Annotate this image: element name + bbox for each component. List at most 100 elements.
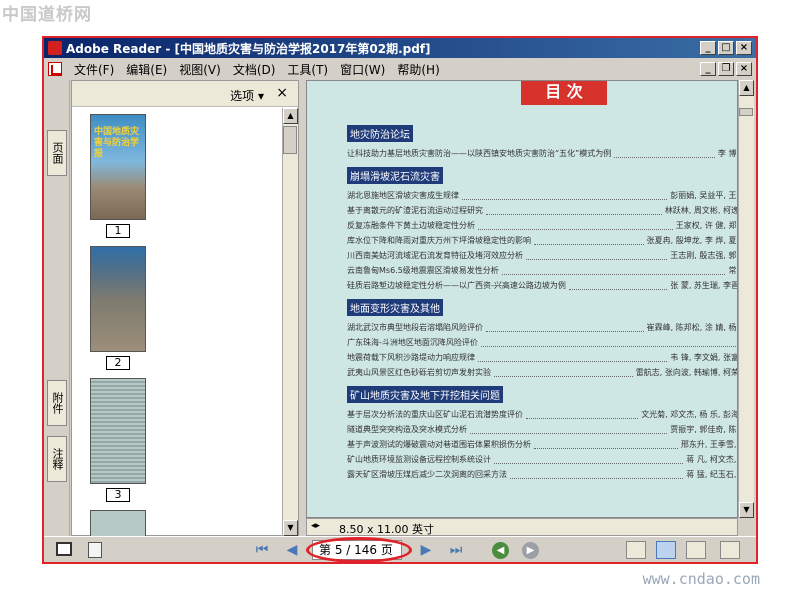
- page-number-label: 1: [106, 224, 130, 238]
- page-thumbnail-1[interactable]: 中国地质灾害与防治学报: [90, 114, 146, 220]
- entry-authors: 邢东升, 王季雪, 刘: [680, 440, 737, 449]
- panel-close-button[interactable]: ×: [276, 85, 288, 101]
- tab-comments[interactable]: 注释: [47, 436, 67, 482]
- scroll-down-arrow[interactable]: ▼: [739, 502, 754, 518]
- entry-title: 川西南美姑河流域泥石流发育特征及堵河效应分析: [347, 251, 523, 260]
- watermark-top: 中国道桥网: [2, 5, 92, 25]
- entry-title: 库水位下降和降雨对重庆万州下坪滑坡稳定性的影响: [347, 236, 531, 245]
- bottom-toolbar: ⏮ ◀ 第 5 / 146 页 ▶ ⏭ ◀ ▶: [44, 536, 756, 563]
- previous-page-icon[interactable]: ◀: [284, 542, 300, 558]
- entry-title: 广东珠海-斗洲地区地面沉降风险评价: [347, 338, 478, 347]
- menu-view[interactable]: 视图(V): [173, 61, 227, 78]
- maximize-button[interactable]: □: [718, 41, 734, 55]
- menu-document[interactable]: 文档(D): [227, 61, 282, 78]
- toc-entry[interactable]: 反复冻融条件下黄土边坡稳定性分析 王家权, 许 健, 郑 刚: [347, 220, 737, 235]
- facing-view-icon[interactable]: [686, 541, 706, 559]
- menu-help[interactable]: 帮助(H): [391, 61, 445, 78]
- section-heading: 崩塌滑坡泥石流灾害: [347, 167, 443, 184]
- options-menu-button[interactable]: 选项 ▾: [230, 87, 264, 104]
- scroll-down-arrow[interactable]: ▼: [283, 520, 298, 536]
- entry-authors: 蒋 凡, 柯文杰, 张: [686, 455, 737, 464]
- window-title: Adobe Reader - [中国地质灾害与防治学报2017年第02期.pdf…: [66, 41, 431, 56]
- toc-entry[interactable]: 露天矿区滑坡压煤后减少二次洞离的回采方法 蒋 猛, 纪玉石, 王: [347, 469, 737, 484]
- fullscreen-icon[interactable]: [56, 542, 72, 556]
- go-back-icon[interactable]: ◀: [492, 542, 509, 559]
- tab-pages[interactable]: 页面: [47, 130, 67, 176]
- last-page-icon[interactable]: ⏭: [448, 542, 464, 558]
- menu-window[interactable]: 窗口(W): [334, 61, 391, 78]
- toc-entry[interactable]: 湖北恩施地区滑坡灾害成生规律 彭丽娟, 吴益平, 王 飞: [347, 190, 737, 205]
- menu-edit[interactable]: 编辑(E): [120, 61, 173, 78]
- toc-entry[interactable]: 库水位下降和降雨对重庆万州下坪滑坡稳定性的影响 张夏冉, 殷坤龙, 李 烨, 夏 …: [347, 235, 737, 250]
- entry-title: 矿山地质环境监测设备远程控制系统设计: [347, 455, 491, 464]
- thumbnail-scrollbar[interactable]: ▲ ▼: [282, 108, 298, 536]
- page-thumbnail-3[interactable]: [90, 378, 146, 484]
- scroll-up-arrow[interactable]: ▲: [283, 108, 298, 124]
- doc-minimize-button[interactable]: _: [700, 62, 716, 76]
- scroll-thumb[interactable]: [739, 108, 753, 116]
- minimize-button[interactable]: _: [700, 41, 716, 55]
- next-page-icon[interactable]: ▶: [418, 542, 434, 558]
- entry-title: 基于层次分析法的重庆山区矿山泥石流潜势度评价: [347, 410, 523, 419]
- adobe-reader-icon: [48, 41, 62, 55]
- panel-splitter[interactable]: [299, 80, 306, 536]
- entry-title: 基于声波测试的爆破震动对巷道围岩体累积损伤分析: [347, 440, 531, 449]
- entry-title: 基于离散元的矿渣泥石流运动过程研究: [347, 206, 483, 215]
- entry-authors: 常 昊: [728, 266, 737, 275]
- tab-attachments[interactable]: 附件: [47, 380, 67, 426]
- thumbnail-list: 中国地质灾害与防治学报 1 2 3: [72, 108, 282, 536]
- document-properties-icon[interactable]: [88, 542, 102, 558]
- entry-authors: 蒋 猛, 纪玉石, 王: [686, 470, 737, 479]
- entry-authors: 韦 锋, 李文娟, 张富贵: [670, 353, 737, 362]
- entry-title: 云南鲁甸Ms6.5级地震震区滑坡易发性分析: [347, 266, 499, 275]
- toc-entry[interactable]: 基于离散元的矿渣泥石流运动过程研究 林跃林, 周文彬, 柯逸瑶: [347, 205, 737, 220]
- continuous-facing-view-icon[interactable]: [720, 541, 740, 559]
- highlight-circle: [306, 537, 412, 563]
- toc-entry[interactable]: 广东珠海-斗洲地区地面沉降风险评价: [347, 337, 737, 352]
- doc-restore-button[interactable]: ❐: [718, 62, 734, 76]
- section-heading: 地灾防治论坛: [347, 125, 413, 142]
- status-bar: ◂▸ 8.50 x 11.00 英寸: [306, 518, 738, 536]
- toc-entry[interactable]: 武夷山风景区红色砂砾岩剪切声发射实验 雷航志, 张向波, 韩瑜博, 柯荣利: [347, 367, 738, 382]
- toc-entry[interactable]: 基于层次分析法的重庆山区矿山泥石流潜势度评价 文光菊, 邓文杰, 杨 乐, 彭海游: [347, 409, 737, 424]
- cover-title: 中国地质灾害与防治学报: [94, 127, 140, 159]
- toc-entry[interactable]: 隧道典型突突构造及突水模式分析 贾振宇, 郭佳奇, 陈 帆: [347, 424, 737, 439]
- scroll-up-arrow[interactable]: ▲: [739, 80, 754, 96]
- toc-entry[interactable]: 基于声波测试的爆破震动对巷道围岩体累积损伤分析 邢东升, 王季雪, 刘: [347, 439, 737, 454]
- first-page-icon[interactable]: ⏮: [254, 542, 270, 558]
- panel-header: 选项 ▾ ×: [72, 81, 298, 107]
- page-number-label: 2: [106, 356, 130, 370]
- toc-entry[interactable]: 云南鲁甸Ms6.5级地震震区滑坡易发性分析 常 昊: [347, 265, 737, 280]
- scroll-thumb[interactable]: [283, 126, 297, 154]
- splitter-handle-icon[interactable]: ◂▸: [311, 521, 320, 531]
- toc-entry[interactable]: 川西南美姑河流域泥石流发育特征及堵河效应分析 王志刚, 殷志强, 郭 海: [347, 250, 737, 265]
- entry-authors: 王志刚, 殷志强, 郭 海: [670, 251, 737, 260]
- toc-entry[interactable]: 硅质岩路堑边坡稳定性分析——以广西资-兴高速公路边坡为例 张 蒙, 苏生瑞, 李晋…: [347, 280, 737, 295]
- page-thumbnail-4[interactable]: [90, 510, 146, 536]
- close-button[interactable]: ×: [736, 41, 752, 55]
- toc-entry[interactable]: 湖北武汉市典型地段岩溶塌陷风险评价 崔霖峰, 陈邦松, 涂 婧, 杨 涛: [347, 322, 737, 337]
- pdf-document-icon: [48, 62, 62, 76]
- single-page-view-icon[interactable]: [626, 541, 646, 559]
- section-heading: 矿山地质灾害及地下开挖相关问题: [347, 386, 503, 403]
- entry-title: 隧道典型突突构造及突水模式分析: [347, 425, 467, 434]
- entry-title: 反复冻融条件下黄土边坡稳定性分析: [347, 221, 475, 230]
- toc-entry[interactable]: 地震荷载下风积沙路堤动力响应规律 韦 锋, 李文娟, 张富贵: [347, 352, 737, 367]
- continuous-view-icon[interactable]: [656, 541, 676, 559]
- entry-authors: 雷航志, 张向波, 韩瑜博, 柯荣利: [635, 368, 738, 377]
- page-thumbnail-2[interactable]: [90, 246, 146, 352]
- toc-entry[interactable]: 矿山地质环境监测设备远程控制系统设计 蒋 凡, 柯文杰, 张: [347, 454, 737, 469]
- menu-tools[interactable]: 工具(T): [281, 61, 334, 78]
- entry-title: 让科技助力基层地质灾害防治——以陕西镇安地质灾害防治“五化”模式为例: [347, 149, 612, 158]
- table-of-contents: 地灾防治论坛 让科技助力基层地质灾害防治——以陕西镇安地质灾害防治“五化”模式为…: [347, 121, 738, 484]
- entry-title: 湖北恩施地区滑坡灾害成生规律: [347, 191, 459, 200]
- document-scrollbar[interactable]: ▲ ▼: [738, 80, 754, 518]
- doc-close-button[interactable]: ×: [736, 62, 752, 76]
- go-forward-icon[interactable]: ▶: [522, 542, 539, 559]
- title-bar: Adobe Reader - [中国地质灾害与防治学报2017年第02期.pdf…: [44, 38, 756, 58]
- entry-authors: 彭丽娟, 吴益平, 王 飞: [670, 191, 737, 200]
- menu-file[interactable]: 文件(F): [68, 61, 120, 78]
- toc-entry[interactable]: 让科技助力基层地质灾害防治——以陕西镇安地质灾害防治“五化”模式为例 李 博 杨: [347, 148, 737, 163]
- entry-authors: 林跃林, 周文彬, 柯逸瑶: [664, 206, 737, 215]
- section-heading: 地面变形灾害及其他: [347, 299, 443, 316]
